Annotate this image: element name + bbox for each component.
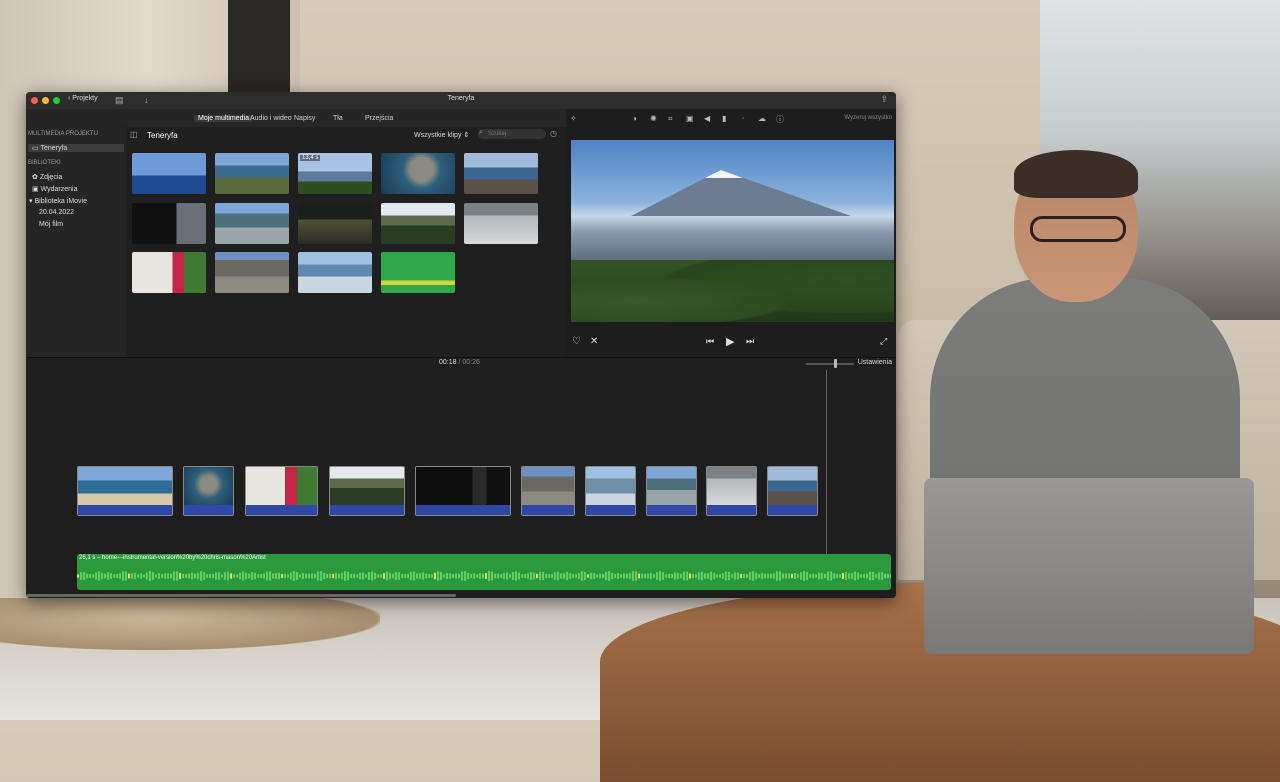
events-icon: ▣ — [32, 186, 39, 193]
browser-title: Teneryfa — [147, 131, 178, 140]
media-browser: ◫ Teneryfa Wszystkie klipy ⇕ Szukaj ⌕ ◷ … — [126, 127, 566, 357]
sidebar-toggle-icon[interactable]: ◫ — [130, 130, 138, 139]
background-music-track[interactable]: 26,1 s – home---instrumental-version%20b… — [77, 554, 891, 590]
sidebar-item-event-date[interactable]: 20.04.2022 — [39, 209, 74, 216]
title-bar: ‹ Projekty ▤ ↓ Teneryfa ⇪ — [26, 92, 896, 110]
disclosure-triangle-icon: ▾ — [29, 198, 33, 205]
clip-thumbnail[interactable] — [381, 153, 455, 194]
preview-trees — [571, 260, 894, 322]
libraries-header: BIBLIOTEKI — [28, 160, 61, 166]
clip-thumbnail[interactable] — [215, 153, 289, 194]
background-rug — [0, 598, 380, 650]
clip-thumbnail[interactable] — [215, 252, 289, 293]
info-icon[interactable]: ⓘ — [776, 114, 784, 125]
tab-backgrounds[interactable]: Tła — [329, 115, 347, 122]
magic-wand-icon[interactable]: ✧ — [570, 114, 577, 123]
sidebar-item-events[interactable]: ▣ Wydarzenia — [32, 185, 77, 193]
noise-reduction-icon[interactable]: ☁ — [758, 114, 766, 123]
clip-thumbnail[interactable] — [132, 153, 206, 194]
clock-icon[interactable]: ◷ — [550, 129, 557, 138]
film-icon: ▭ — [32, 145, 39, 152]
timeline-clip[interactable] — [706, 466, 757, 516]
adjustment-toolbar: ✧ ◑ ✺ ⌗ ▣ ◀ ▮ ◔ ☁ ⓘ Wyzeruj wszystko — [566, 109, 896, 129]
zoom-slider-track[interactable] — [806, 363, 854, 365]
timeline-clip[interactable] — [415, 466, 511, 516]
skip-forward-icon[interactable]: ⏭ — [746, 336, 754, 347]
timeline-clip[interactable] — [77, 466, 173, 516]
timecode: 00:18 / 00:26 — [439, 359, 480, 366]
preview-snowcap — [705, 170, 743, 178]
viewer-panel: ✧ ◑ ✺ ⌗ ▣ ◀ ▮ ◔ ☁ ⓘ Wyzeruj wszystko ♡ ✕… — [566, 109, 896, 357]
background-pole — [228, 0, 290, 92]
clip-thumbnail[interactable] — [464, 203, 538, 244]
search-icon: ⌕ — [479, 129, 483, 136]
heart-icon[interactable]: ♡ — [572, 336, 581, 347]
play-icon[interactable]: ▶ — [726, 335, 734, 348]
clip-thumbnail[interactable] — [132, 203, 206, 244]
media-tabs: Moje multimedia Audio i wideo Napisy Tła… — [26, 109, 566, 127]
project-media-header: MULTIMEDIA PROJEKTU — [28, 131, 98, 137]
music-track-label: 26,1 s – home---instrumental-version%20b… — [79, 555, 266, 561]
clip-filter-dropdown[interactable]: Wszystkie klipy ⇕ — [414, 131, 469, 139]
tab-titles[interactable]: Napisy — [290, 115, 319, 122]
clip-thumbnail[interactable] — [298, 203, 372, 244]
tab-my-media[interactable]: Moje multimedia — [194, 115, 253, 122]
timeline: 00:18 / 00:26 Ustawienia 26,1 s – home--… — [26, 357, 896, 598]
sidebar-item-my-movie[interactable]: Mój film — [39, 221, 63, 228]
presenter-hair — [1014, 150, 1138, 198]
updown-chevron-icon: ⇕ — [463, 132, 470, 139]
clip-thumbnail[interactable] — [381, 252, 455, 293]
timeline-clip[interactable] — [585, 466, 636, 516]
reset-all-button[interactable]: Wyzeruj wszystko — [844, 115, 892, 121]
libraries-sidebar: MULTIMEDIA PROJEKTU ▭ Teneryfa BIBLIOTEK… — [26, 127, 126, 357]
duration-badge: 13,4 s — [300, 155, 321, 161]
reject-icon[interactable]: ✕ — [590, 336, 598, 347]
volume-icon[interactable]: ◀ — [704, 114, 710, 123]
video-preview — [571, 140, 894, 322]
timeline-clip[interactable] — [521, 466, 575, 516]
color-correction-icon[interactable]: ✺ — [650, 114, 657, 123]
search-input[interactable]: Szukaj — [478, 129, 546, 139]
audio-waveform — [77, 571, 891, 581]
zoom-slider-knob[interactable] — [834, 359, 837, 368]
clip-thumbnail[interactable] — [381, 203, 455, 244]
photos-icon: ✿ — [32, 174, 38, 181]
presenter-glasses — [1030, 216, 1126, 242]
share-icon[interactable]: ⇪ — [880, 94, 888, 105]
color-balance-icon[interactable]: ◑ — [632, 114, 637, 123]
timeline-clip[interactable] — [245, 466, 318, 516]
laptop — [924, 478, 1254, 654]
timeline-scrollbar[interactable] — [26, 594, 456, 597]
tab-audio-video[interactable]: Audio i wideo — [246, 115, 296, 122]
clip-thumbnail[interactable] — [464, 153, 538, 194]
skip-back-icon[interactable]: ⏮ — [706, 336, 714, 347]
sidebar-item-imovie-library[interactable]: ▾ Biblioteka iMovie — [29, 197, 87, 205]
timeline-clip[interactable] — [767, 466, 818, 516]
clip-thumbnail[interactable] — [215, 203, 289, 244]
speed-icon[interactable]: ◔ — [740, 114, 745, 123]
window-title: Teneryfa — [447, 95, 475, 102]
timeline-clip[interactable] — [646, 466, 697, 516]
sidebar-item-photos[interactable]: ✿ Zdjęcia — [32, 173, 62, 181]
stabilization-icon[interactable]: ▣ — [686, 114, 694, 123]
imovie-window: ‹ Projekty ▤ ↓ Teneryfa ⇪ Moje multimedi… — [26, 92, 896, 598]
timeline-clip[interactable] — [329, 466, 405, 516]
equalizer-icon[interactable]: ▮ — [722, 114, 726, 123]
tab-transitions[interactable]: Przejścia — [361, 115, 397, 122]
clip-thumbnail[interactable] — [298, 252, 372, 293]
playhead[interactable] — [826, 370, 827, 580]
fullscreen-icon[interactable]: ⤢ — [880, 336, 887, 347]
timeline-clip[interactable] — [183, 466, 234, 516]
clip-thumbnail[interactable] — [132, 252, 206, 293]
settings-button[interactable]: Ustawienia — [858, 359, 892, 366]
crop-icon[interactable]: ⌗ — [668, 114, 673, 124]
sidebar-item-teneryfa[interactable]: ▭ Teneryfa — [28, 144, 124, 152]
clip-thumbnail[interactable]: 13,4 s — [298, 153, 372, 194]
